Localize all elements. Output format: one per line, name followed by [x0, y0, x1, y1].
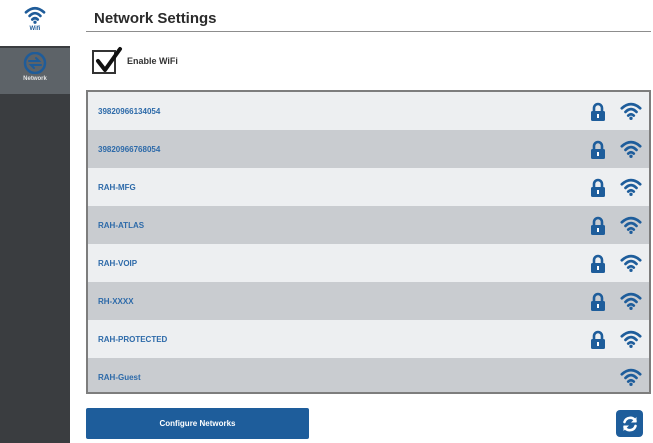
network-name: RAH-MFG [98, 182, 136, 192]
lock-icon [590, 178, 606, 203]
network-name: RAH-Guest [98, 372, 141, 382]
configure-networks-button[interactable]: Configure Networks [86, 408, 309, 439]
lock-icon [590, 140, 606, 165]
wifi-icon [24, 6, 46, 24]
page-title: Network Settings [94, 10, 217, 27]
network-name: RAH-VOIP [98, 258, 138, 268]
refresh-button[interactable] [616, 410, 643, 437]
network-row[interactable]: RH-XXXX [88, 282, 649, 320]
enable-wifi-checkbox[interactable] [92, 47, 122, 74]
network-list[interactable]: 39820966134054 39820966768054 RAH-MFG RAH-A… [86, 90, 651, 394]
title-divider [86, 31, 651, 32]
refresh-icon [622, 416, 637, 431]
sidebar-item-wifi[interactable]: Wifi [0, 0, 70, 46]
wifi-signal-icon [620, 177, 642, 202]
sidebar-item-network[interactable]: Network [0, 48, 70, 94]
wifi-signal-icon [620, 253, 642, 278]
checkmark-icon [96, 47, 122, 72]
wifi-signal-icon [620, 291, 642, 316]
lock-icon [590, 254, 606, 279]
lock-icon [590, 292, 606, 317]
sidebar: Wifi Network [0, 0, 70, 443]
network-row[interactable]: RAH-Guest [88, 358, 649, 392]
lock-icon [590, 216, 606, 241]
wifi-signal-icon [620, 139, 642, 164]
network-row[interactable]: RAH-ATLAS [88, 206, 649, 244]
lock-icon [590, 102, 606, 127]
network-row[interactable]: RAH-PROTECTED [88, 320, 649, 358]
network-name: RH-XXXX [98, 296, 134, 306]
wifi-signal-icon [620, 101, 642, 126]
sidebar-item-label: Wifi [29, 26, 41, 32]
wifi-signal-icon [620, 329, 642, 354]
sidebar-item-label: Network [23, 76, 47, 82]
wifi-signal-icon [620, 367, 642, 392]
network-row[interactable]: RAH-MFG [88, 168, 649, 206]
network-icon [23, 52, 47, 74]
lock-icon [590, 330, 606, 355]
network-row[interactable]: RAH-VOIP [88, 244, 649, 282]
wifi-signal-icon [620, 215, 642, 240]
enable-wifi-label: Enable WiFi [127, 56, 178, 66]
network-name: 39820966134054 [98, 106, 161, 116]
network-row[interactable]: 39820966134054 [88, 92, 649, 130]
network-name: RAH-PROTECTED [98, 334, 168, 344]
network-name: 39820966768054 [98, 144, 161, 154]
network-row[interactable]: 39820966768054 [88, 130, 649, 168]
network-name: RAH-ATLAS [98, 220, 145, 230]
